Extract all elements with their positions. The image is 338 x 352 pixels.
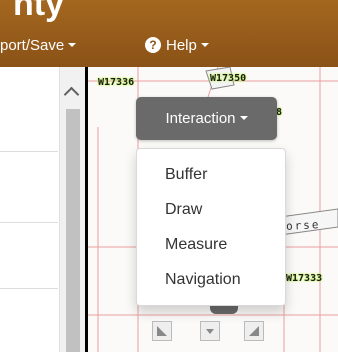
chevron-up-icon[interactable] xyxy=(63,86,80,103)
panel-divider xyxy=(0,288,58,289)
chevron-down-icon[interactable] xyxy=(200,321,220,341)
app-title: nty xyxy=(0,0,120,24)
resize-bottom-left-icon[interactable] xyxy=(152,321,172,341)
street-label: orse xyxy=(285,218,321,233)
parcel-label: W17333 xyxy=(286,273,323,284)
interaction-dropdown-button[interactable]: Interaction xyxy=(136,97,277,140)
panel-divider xyxy=(0,222,58,223)
menu-item-draw[interactable]: Draw xyxy=(165,195,202,225)
question-circle-icon: ? xyxy=(145,37,161,54)
caret-down-icon xyxy=(200,43,209,48)
help-menu-label: Help xyxy=(166,37,197,54)
interaction-dropdown-menu: Buffer Draw Measure Navigation xyxy=(136,148,286,306)
menu-item-buffer[interactable]: Buffer xyxy=(165,160,207,190)
panel-divider xyxy=(0,151,58,152)
interaction-button-label: Interaction xyxy=(165,110,236,127)
export-save-menu-label: port/Save xyxy=(0,37,65,54)
app-header: nty port/Save ? Help xyxy=(0,0,338,67)
menu-item-measure[interactable]: Measure xyxy=(165,230,227,260)
panel-scrollbar[interactable] xyxy=(59,67,85,352)
side-panel xyxy=(0,67,88,352)
caret-down-icon xyxy=(239,116,248,121)
menu-item-navigation[interactable]: Navigation xyxy=(165,265,241,295)
parcel-label: W17336 xyxy=(98,77,135,88)
parcel-label: W17350 xyxy=(210,73,247,84)
export-save-menu[interactable]: port/Save xyxy=(0,33,77,59)
app-title-text: nty xyxy=(13,0,64,23)
resize-bottom-right-icon[interactable] xyxy=(244,321,264,341)
scrollbar-thumb[interactable] xyxy=(66,109,80,352)
help-menu[interactable]: ? Help xyxy=(145,33,209,59)
caret-down-icon xyxy=(68,43,77,48)
